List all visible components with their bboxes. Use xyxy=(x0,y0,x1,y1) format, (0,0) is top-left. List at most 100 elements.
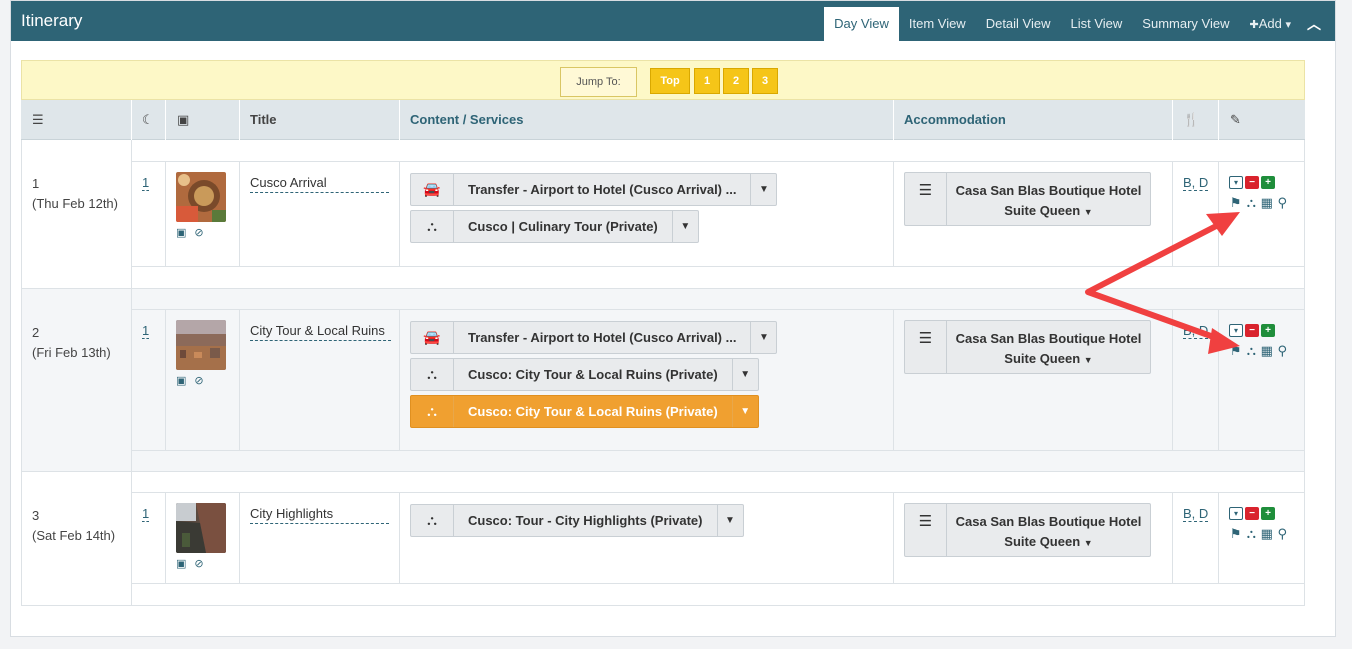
building-icon[interactable]: ▦ xyxy=(1260,196,1274,209)
collapse-icon[interactable]: ▾ xyxy=(1229,506,1243,520)
room-type: Suite Queen xyxy=(1004,351,1081,366)
thumbnail-actions: ▣ ⊘ xyxy=(176,557,204,570)
day-title[interactable]: Cusco Arrival xyxy=(250,174,389,193)
caret-down-icon[interactable]: ▼ xyxy=(731,359,758,390)
plus-icon[interactable]: + xyxy=(1261,506,1275,520)
day-content: 1 ▣ ⊘ City Highlights ⛬ Cusco: Tour - Ci… xyxy=(132,493,1304,583)
tab-item-view[interactable]: Item View xyxy=(899,7,976,41)
nights-link[interactable]: 1 xyxy=(142,324,150,339)
binoculars-icon[interactable]: ⛬ xyxy=(1245,527,1259,540)
accommodation-button[interactable]: ☰ Casa San Blas Boutique Hotel Suite Que… xyxy=(904,320,1151,374)
day-thumbnail[interactable] xyxy=(176,320,226,370)
plus-icon[interactable]: + xyxy=(1261,323,1275,337)
accommodation-button[interactable]: ☰ Casa San Blas Boutique Hotel Suite Que… xyxy=(904,503,1151,557)
caret-down-icon[interactable]: ▼ xyxy=(671,211,698,242)
tab-detail-view[interactable]: Detail View xyxy=(976,7,1061,41)
service-button[interactable]: ⛬ Cusco: Tour - City Highlights (Private… xyxy=(410,504,744,537)
day-row: 2 (Fri Feb 13th) 1 ▣ ⊘ City Tour & Local… xyxy=(22,289,1304,472)
service-label: Cusco: City Tour & Local Ruins (Private) xyxy=(468,367,718,382)
flag-icon[interactable]: ⚑ xyxy=(1229,527,1243,540)
collapse-icon[interactable]: ▾ xyxy=(1229,175,1243,189)
service-button[interactable]: 🚘 Transfer - Airport to Hotel (Cusco Arr… xyxy=(410,173,778,206)
row-spacer xyxy=(132,266,1304,288)
day-thumbnail[interactable] xyxy=(176,172,226,222)
moon-icon: ☾ xyxy=(131,100,165,140)
flag-icon[interactable]: ⚑ xyxy=(1229,196,1243,209)
building-icon[interactable]: ▦ xyxy=(1260,527,1274,540)
accommodation-button[interactable]: ☰ Casa San Blas Boutique Hotel Suite Que… xyxy=(904,172,1151,226)
list-icon: ☰ xyxy=(905,504,947,556)
page-title: Itinerary xyxy=(21,11,83,30)
row-spacer xyxy=(132,472,1304,493)
search-icon[interactable]: ⚲ xyxy=(1276,344,1290,357)
plus-icon[interactable]: + xyxy=(1261,175,1275,189)
search-icon[interactable]: ⚲ xyxy=(1276,527,1290,540)
jump-day-2-button[interactable]: 2 xyxy=(723,68,749,94)
actions-cell: ▾ − + ⚑ ⛬ ▦ ⚲ xyxy=(1219,310,1304,451)
nights-link[interactable]: 1 xyxy=(142,176,150,191)
services-cell: 🚘 Transfer - Airport to Hotel (Cusco Arr… xyxy=(400,310,894,451)
nights-link[interactable]: 1 xyxy=(142,507,150,522)
title-cell: City Tour & Local Ruins xyxy=(240,310,400,451)
day-title[interactable]: City Highlights xyxy=(250,505,389,524)
plus-icon: ✚ xyxy=(1249,19,1259,31)
meals-link[interactable]: B, D xyxy=(1183,176,1209,191)
flag-icon[interactable]: ⚑ xyxy=(1229,344,1243,357)
caret-down-icon[interactable]: ▼ xyxy=(750,322,776,353)
day-content: 1 ▣ ⊘ Cusco Arrival 🚘 Transfer - Airport… xyxy=(132,162,1304,267)
search-icon[interactable]: ⚲ xyxy=(1276,196,1290,209)
jump-day-3-button[interactable]: 3 xyxy=(752,68,778,94)
list-icon: ☰ xyxy=(905,173,947,225)
binoculars-icon[interactable]: ⛬ xyxy=(1245,196,1259,209)
minus-icon[interactable]: − xyxy=(1245,175,1259,189)
meals-cell: B, D xyxy=(1173,162,1219,267)
collapse-chevron-up-icon[interactable]: ︿ xyxy=(1301,7,1335,41)
tab-summary-view[interactable]: Summary View xyxy=(1132,7,1239,41)
actions-cell: ▾ − + ⚑ ⛬ ▦ ⚲ xyxy=(1219,162,1304,267)
day-cell: 3 (Sat Feb 14th) xyxy=(22,472,132,606)
jump-day-1-button[interactable]: 1 xyxy=(694,68,720,94)
minus-icon[interactable]: − xyxy=(1245,506,1259,520)
day-content: 1 ▣ ⊘ City Tour & Local Ruins 🚘 Transfer… xyxy=(132,310,1304,451)
tab-day-view[interactable]: Day View xyxy=(824,7,899,41)
jump-to-label: Jump To: xyxy=(560,67,637,97)
day-title[interactable]: City Tour & Local Ruins xyxy=(250,322,391,341)
service-button-highlighted[interactable]: ⛬ Cusco: City Tour & Local Ruins (Privat… xyxy=(410,395,759,428)
image-icon[interactable]: ▣ xyxy=(176,557,186,570)
building-icon[interactable]: ▦ xyxy=(1260,344,1274,357)
meals-link[interactable]: B, D xyxy=(1183,324,1209,339)
room-type: Suite Queen xyxy=(1004,203,1081,218)
accommodation-label: Casa San Blas Boutique Hotel Suite Queen… xyxy=(947,504,1150,556)
thumbnail-actions: ▣ ⊘ xyxy=(176,374,204,387)
add-dropdown-button[interactable]: ✚Add ▾ xyxy=(1239,7,1301,41)
binoculars-icon[interactable]: ⛬ xyxy=(1245,344,1259,357)
eye-slash-icon[interactable]: ⊘ xyxy=(194,226,203,239)
service-button[interactable]: ⛬ Cusco: City Tour & Local Ruins (Privat… xyxy=(410,358,759,391)
service-button[interactable]: 🚘 Transfer - Airport to Hotel (Cusco Arr… xyxy=(410,321,778,354)
caret-down-icon[interactable]: ▼ xyxy=(716,505,743,536)
minus-icon[interactable]: − xyxy=(1245,323,1259,337)
collapse-icon[interactable]: ▾ xyxy=(1229,323,1243,337)
caret-down-icon[interactable]: ▼ xyxy=(731,396,758,427)
caret-down-icon: ▼ xyxy=(1083,355,1093,365)
day-date: (Fri Feb 13th) xyxy=(32,345,111,360)
image-icon[interactable]: ▣ xyxy=(176,226,186,239)
service-label: Cusco: City Tour & Local Ruins (Private) xyxy=(468,404,718,419)
binoculars-icon: ⛬ xyxy=(411,505,454,536)
caret-down-icon[interactable]: ▼ xyxy=(750,174,776,205)
hotel-name: Casa San Blas Boutique Hotel xyxy=(955,183,1142,198)
meals-link[interactable]: B, D xyxy=(1183,507,1209,522)
day-thumbnail[interactable] xyxy=(176,503,226,553)
eye-slash-icon[interactable]: ⊘ xyxy=(194,374,203,387)
image-icon[interactable]: ▣ xyxy=(176,374,186,387)
title-cell: City Highlights xyxy=(240,493,400,583)
caret-down-icon: ▼ xyxy=(1083,538,1093,548)
service-button[interactable]: ⛬ Cusco | Culinary Tour (Private) ▼ xyxy=(410,210,699,243)
eye-slash-icon[interactable]: ⊘ xyxy=(194,557,203,570)
jump-bar: Jump To: Top 1 2 3 xyxy=(21,60,1305,100)
tab-list-view[interactable]: List View xyxy=(1061,7,1133,41)
car-icon: 🚘 xyxy=(411,322,454,353)
table-header: ☰ ☾ ▣ Title Content / Services Accommoda… xyxy=(21,100,1305,140)
day-row: 3 (Sat Feb 14th) 1 ▣ ⊘ City Highlights ⛬… xyxy=(22,472,1304,606)
jump-top-button[interactable]: Top xyxy=(650,68,690,94)
